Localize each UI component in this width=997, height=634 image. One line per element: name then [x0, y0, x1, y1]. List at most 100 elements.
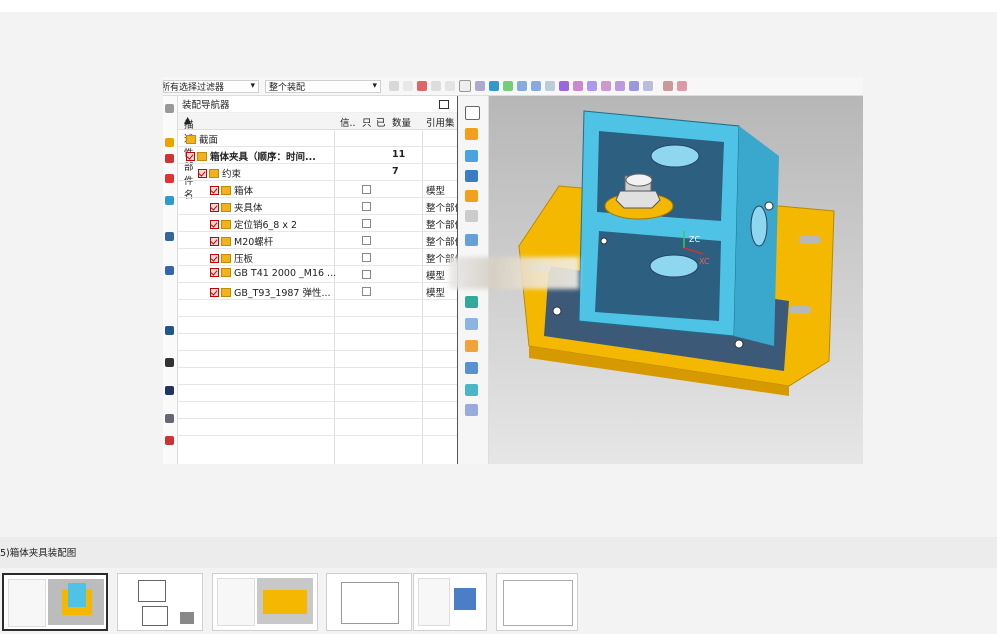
- column-modified[interactable]: 已: [376, 115, 386, 129]
- navigator-row[interactable]: 夹具体 整个部件: [178, 198, 464, 215]
- reuse-library-icon[interactable]: [165, 196, 174, 205]
- readonly-checkbox[interactable]: [362, 185, 371, 194]
- navigator-row[interactable]: 约束 7: [178, 164, 457, 181]
- navigator-row[interactable]: 截面: [178, 130, 457, 147]
- checkbox-icon[interactable]: [210, 203, 219, 212]
- collapse-icon[interactable]: [165, 104, 174, 113]
- select-type-icon[interactable]: [431, 81, 441, 91]
- snap-intersection-icon[interactable]: [573, 81, 583, 91]
- snap-point-icon[interactable]: [503, 81, 513, 91]
- snap-icon[interactable]: [389, 81, 399, 91]
- block-icon[interactable]: [465, 150, 478, 162]
- shell-icon[interactable]: [465, 362, 478, 374]
- thumbnail-4[interactable]: [326, 573, 412, 631]
- lasso-icon[interactable]: [445, 81, 455, 91]
- checkbox-icon[interactable]: [186, 152, 195, 161]
- navigator-row[interactable]: 箱体夹具（顺序：时间... 11: [178, 147, 457, 164]
- thumbnail-3[interactable]: [212, 573, 318, 631]
- help-icon[interactable]: [677, 81, 687, 91]
- navigator-row[interactable]: 压板 整个部件: [178, 249, 464, 266]
- row-label: GB_T93_1987 弹性...: [234, 288, 331, 299]
- snap-grid-icon[interactable]: [643, 81, 653, 91]
- filter-icon[interactable]: [403, 81, 413, 91]
- blurred-overlay: [449, 257, 579, 289]
- maximize-icon[interactable]: [439, 99, 449, 109]
- part-icon: [221, 288, 231, 297]
- process-studio-icon[interactable]: [165, 326, 174, 335]
- mirror-icon[interactable]: [465, 318, 478, 330]
- report-icon[interactable]: [165, 436, 174, 445]
- snap-arc-icon[interactable]: [545, 81, 555, 91]
- thumbnail-5[interactable]: [413, 573, 487, 631]
- scope-dropdown[interactable]: 整个装配 ▾: [265, 79, 381, 93]
- thumbnail-6[interactable]: [496, 573, 578, 631]
- thumbnail-1[interactable]: [2, 573, 108, 631]
- readonly-checkbox[interactable]: [362, 270, 371, 279]
- row-name: M20螺杆: [210, 234, 273, 248]
- snap-line-icon[interactable]: [517, 81, 527, 91]
- navigator-row[interactable]: GB_T93_1987 弹性... 模型: [178, 283, 457, 300]
- row-name: 定位销6_8 x 2: [210, 217, 297, 231]
- history-icon[interactable]: [165, 266, 174, 275]
- row-label: 箱体: [234, 186, 254, 197]
- column-reference-set[interactable]: 引用集: [426, 115, 455, 129]
- navigator-row[interactable]: GB T41 2000 _M16 ... 模型: [178, 266, 457, 283]
- hole-icon[interactable]: [465, 210, 478, 222]
- roles-icon[interactable]: [165, 358, 174, 367]
- material-icon[interactable]: [165, 414, 174, 423]
- system-scenes-icon[interactable]: [165, 386, 174, 395]
- readonly-checkbox[interactable]: [362, 287, 371, 296]
- lower-bore: [649, 254, 699, 278]
- view-icon[interactable]: [475, 81, 485, 91]
- readonly-checkbox[interactable]: [362, 253, 371, 262]
- column-quantity[interactable]: 数量: [392, 115, 411, 129]
- top-strip: [0, 0, 997, 12]
- snap-quadrant-icon[interactable]: [601, 81, 611, 91]
- settings-icon[interactable]: [663, 81, 673, 91]
- trim-body-icon[interactable]: [465, 340, 478, 352]
- snap-tangent-icon[interactable]: [615, 81, 625, 91]
- navigator-row[interactable]: M20螺杆 整个部件: [178, 232, 464, 249]
- checkbox-icon[interactable]: [210, 254, 219, 263]
- web-browser-icon[interactable]: [165, 232, 174, 241]
- row-reference-set: 模型: [426, 288, 446, 299]
- select-mode-icon[interactable]: [417, 81, 427, 91]
- base-slot: [789, 306, 811, 314]
- assembly-navigator: 装配导航器 描述性部件名 ▲ 信.. 只 已 数量 引用集 截面箱体夹具（顺序：…: [178, 96, 464, 464]
- navigator-row[interactable]: 定位销6_8 x 2 整个部件: [178, 215, 464, 232]
- navigator-row[interactable]: 箱体 模型: [178, 181, 457, 198]
- sketch-icon[interactable]: [465, 106, 480, 120]
- checkbox-icon[interactable]: [210, 288, 219, 297]
- checkbox-icon[interactable]: [210, 268, 219, 277]
- checkbox-icon[interactable]: [210, 220, 219, 229]
- rectangle-select-icon[interactable]: [459, 80, 471, 92]
- snap-perpendicular-icon[interactable]: [629, 81, 639, 91]
- column-name[interactable]: 描述性部件名 ▲: [184, 115, 194, 201]
- constraint-navigator-icon[interactable]: [165, 154, 174, 163]
- unite-icon[interactable]: [465, 190, 478, 202]
- readonly-checkbox[interactable]: [362, 236, 371, 245]
- assembly-icon[interactable]: [165, 174, 174, 183]
- empty-row: [178, 300, 457, 317]
- part-navigator-icon[interactable]: [165, 138, 174, 147]
- checkbox-icon[interactable]: [198, 169, 207, 178]
- extrude-icon[interactable]: [465, 128, 478, 140]
- snap-center-icon[interactable]: [587, 81, 597, 91]
- offset-face-icon[interactable]: [465, 404, 478, 416]
- edge-blend-icon[interactable]: [465, 234, 478, 246]
- readonly-checkbox[interactable]: [362, 202, 371, 211]
- row-label: 约束: [222, 169, 242, 180]
- readonly-checkbox[interactable]: [362, 219, 371, 228]
- snap-endpoint-icon[interactable]: [531, 81, 541, 91]
- cylinder-icon[interactable]: [465, 170, 478, 182]
- selection-filter-dropdown[interactable]: 所有选择过滤器 ▾: [163, 79, 259, 93]
- thumbnail-2[interactable]: [117, 573, 203, 631]
- draft-icon[interactable]: [465, 384, 478, 396]
- pattern-icon[interactable]: [465, 296, 478, 308]
- column-readonly[interactable]: 只: [362, 115, 372, 129]
- cube-icon[interactable]: [489, 81, 499, 91]
- checkbox-icon[interactable]: [210, 186, 219, 195]
- column-info[interactable]: 信..: [340, 115, 356, 129]
- snap-midpoint-icon[interactable]: [559, 81, 569, 91]
- checkbox-icon[interactable]: [210, 237, 219, 246]
